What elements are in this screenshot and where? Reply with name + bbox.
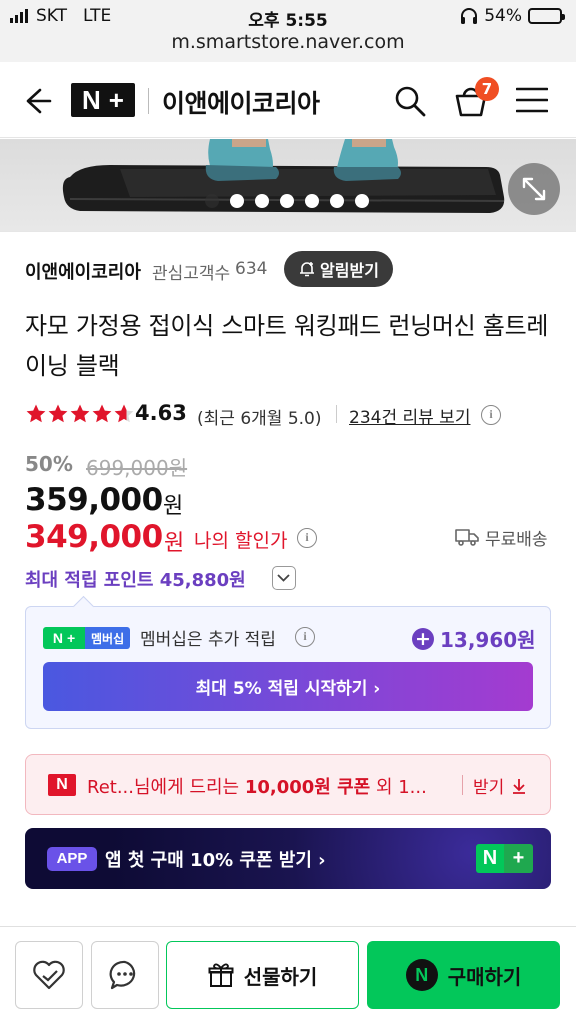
logo-n: N — [82, 84, 101, 115]
plus-circle-icon: + — [412, 628, 434, 650]
points-expand-button[interactable] — [272, 566, 296, 590]
seller-name[interactable]: 이앤에이코리아 — [25, 258, 141, 284]
app-logo-n: N — [476, 844, 504, 873]
talk-button[interactable] — [91, 941, 159, 1009]
wishlist-button[interactable] — [15, 941, 83, 1009]
original-price: 699,000원 — [86, 456, 188, 480]
app-coupon-banner[interactable]: APP 앱 첫 구매 10% 쿠폰 받기 › N + — [25, 828, 551, 889]
membership-badge-label: 멤버십 — [85, 627, 131, 649]
star-icon — [114, 404, 134, 423]
membership-logo: N + — [43, 627, 85, 649]
gallery-dots — [205, 194, 369, 208]
naver-n-icon: N — [48, 774, 76, 796]
reviews-link[interactable]: 234건 리뷰 보기 — [349, 403, 470, 428]
discount-rate: 50% — [25, 452, 73, 476]
coupon-prefix: Ret...님에게 드리는 — [87, 777, 245, 798]
rating-value: 4.63 — [135, 401, 187, 425]
battery-icon — [528, 8, 565, 24]
rating-divider — [336, 405, 337, 423]
naver-pay-icon: N — [405, 959, 438, 991]
coupon-divider — [462, 775, 463, 795]
naver-plus-app-logo: N + — [476, 844, 533, 873]
bell-plus-icon — [300, 262, 315, 277]
membership-amount: 13,960원 — [440, 628, 536, 652]
coupon-suffix: 외 1... — [370, 777, 427, 798]
header-divider — [148, 88, 149, 114]
search-icon[interactable] — [393, 84, 427, 118]
alarm-subscribe-button[interactable]: 알림받기 — [284, 251, 393, 287]
gallery-dot[interactable] — [255, 194, 269, 208]
gallery-dot[interactable] — [305, 194, 319, 208]
membership-box: N + 멤버십 멤버십은 추가 적립 i + 13,960원 최대 5% 적립 시… — [25, 606, 551, 729]
store-name[interactable]: 이앤에이코리아 — [162, 84, 320, 120]
membership-logo-n: N — [52, 630, 63, 646]
my-price-unit: 원 — [164, 531, 185, 556]
free-shipping: 무료배송 — [485, 530, 548, 550]
gallery-dot[interactable] — [355, 194, 369, 208]
membership-text: 멤버십은 추가 적립 — [140, 630, 276, 650]
gift-label: 선물하기 — [243, 964, 318, 989]
url-bar[interactable]: m.smartstore.naver.com — [0, 32, 576, 62]
alarm-label: 알림받기 — [320, 261, 379, 280]
expand-icon — [522, 177, 546, 201]
menu-icon[interactable] — [516, 87, 548, 113]
buy-label: 구매하기 — [447, 964, 522, 989]
treadmill-image — [62, 139, 505, 213]
logo-plus: + — [108, 84, 124, 115]
membership-start-button[interactable]: 최대 5% 적립 시작하기 › — [43, 662, 533, 711]
rating-info-icon[interactable]: i — [481, 405, 501, 425]
cart-count-badge: 7 — [475, 77, 499, 101]
chevron-down-icon — [277, 574, 290, 582]
download-icon — [512, 779, 525, 794]
rating-stars — [25, 403, 135, 425]
status-right: 54% — [460, 6, 565, 26]
star-icon — [26, 404, 46, 423]
battery-percent: 54% — [484, 6, 522, 26]
my-price-info-icon[interactable]: i — [297, 528, 317, 548]
followers-label: 관심고객수 — [152, 264, 231, 284]
chat-bubble-icon — [109, 960, 136, 990]
heart-check-icon — [33, 960, 65, 990]
gift-button[interactable]: 선물하기 — [166, 941, 359, 1009]
membership-logo-plus: + — [66, 630, 76, 646]
gallery-dot[interactable] — [330, 194, 344, 208]
membership-badge: N + 멤버십 — [43, 627, 131, 649]
truck-icon — [455, 529, 479, 546]
coupon-download-button[interactable]: 받기 — [473, 773, 528, 798]
expand-image-button[interactable] — [508, 163, 560, 215]
headphones-icon — [461, 8, 478, 24]
app-logo-plus: + — [504, 844, 533, 873]
section-divider — [0, 231, 576, 232]
status-bar: SKT LTE 오후 5:55 54% — [0, 0, 576, 32]
followers-count: 634 — [235, 259, 268, 279]
back-arrow-icon[interactable] — [20, 84, 54, 118]
sale-price: 359,000 — [25, 482, 163, 518]
gift-icon — [208, 963, 234, 987]
my-discount-price: 349,000 — [25, 519, 163, 555]
recent-rating: (최근 6개월 5.0) — [197, 409, 322, 429]
store-header: N + 이앤에이코리아 7 — [0, 62, 576, 138]
coupon-text: Ret...님에게 드리는 10,000원 쿠폰 외 1... — [87, 773, 457, 799]
gallery-dot[interactable] — [280, 194, 294, 208]
star-icon — [92, 404, 112, 423]
coupon-amount: 10,000원 쿠폰 — [244, 777, 371, 798]
max-points: 최대 적립 포인트 45,880원 — [25, 570, 246, 591]
buy-button[interactable]: N 구매하기 — [367, 941, 560, 1009]
product-title: 자모 가정용 접이식 스마트 워킹패드 런닝머신 홈트레이닝 블랙 — [25, 312, 549, 380]
star-icon — [70, 404, 90, 423]
star-icon — [48, 404, 68, 423]
coupon-banner[interactable]: N Ret...님에게 드리는 10,000원 쿠폰 외 1... 받기 — [25, 754, 551, 815]
naver-plus-logo[interactable]: N + — [71, 83, 135, 117]
bottom-action-bar: 선물하기 N 구매하기 — [0, 926, 576, 1024]
gallery-dot[interactable] — [205, 194, 219, 208]
product-image-gallery[interactable] — [0, 139, 576, 231]
my-price-label: 나의 할인가 — [194, 530, 288, 552]
sale-price-unit: 원 — [163, 494, 184, 519]
gallery-dot[interactable] — [230, 194, 244, 208]
app-badge: APP — [47, 847, 97, 871]
app-banner-text: 앱 첫 구매 10% 쿠폰 받기 › — [105, 850, 326, 871]
coupon-download-label: 받기 — [473, 778, 505, 798]
membership-info-icon[interactable]: i — [295, 627, 315, 647]
